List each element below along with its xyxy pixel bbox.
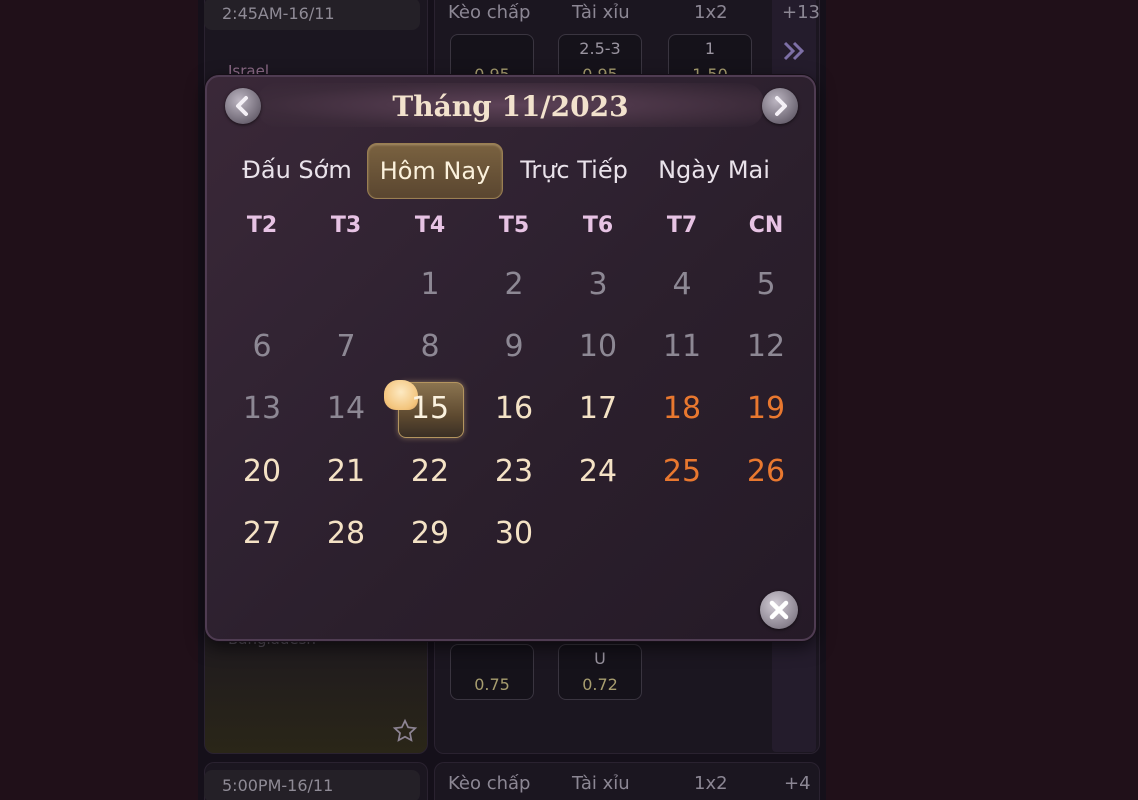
match-time: 5:00PM-16/11: [204, 770, 420, 800]
month-title: Tháng 11/2023: [392, 90, 629, 123]
match-time: 2:45AM-16/11: [204, 0, 420, 30]
next-month-button[interactable]: [762, 88, 798, 124]
calendar-day[interactable]: 5: [724, 260, 808, 310]
star-outline-icon[interactable]: [392, 718, 418, 744]
weekday-label: T2: [246, 213, 278, 238]
calendar-day[interactable]: 11: [640, 322, 724, 372]
calendar-day[interactable]: 17: [556, 384, 640, 434]
tab-live[interactable]: Trực Tiếp: [509, 143, 639, 197]
weekday-label: T5: [498, 213, 530, 238]
calendar-day[interactable]: 22: [388, 447, 472, 497]
calendar-day[interactable]: 14: [304, 384, 388, 434]
more-markets-count[interactable]: +4: [784, 773, 811, 794]
calendar-day[interactable]: 27: [220, 509, 304, 559]
weekday-label: T7: [666, 213, 698, 238]
tab-tomorrow[interactable]: Ngày Mai: [653, 143, 775, 197]
chevron-left-icon: [236, 96, 248, 116]
calendar-day[interactable]: 3: [556, 260, 640, 310]
chevron-right-icon: [775, 96, 787, 116]
calendar-day[interactable]: 4: [640, 260, 724, 310]
col-overunder-header: Tài xỉu: [572, 773, 630, 794]
calendar-day[interactable]: 18: [640, 384, 724, 434]
calendar-day[interactable]: 19: [724, 384, 808, 434]
double-chevron-right-icon[interactable]: [782, 40, 808, 62]
close-icon: [769, 600, 789, 620]
odd-cell[interactable]: 0.75: [450, 644, 534, 700]
calendar-modal: Tháng 11/2023 Đấu Sớm Hôm Nay Trực Tiếp …: [205, 75, 816, 641]
col-overunder-header: Tài xỉu: [572, 2, 630, 23]
prev-month-button[interactable]: [225, 88, 261, 124]
more-markets-count[interactable]: +13: [782, 2, 820, 23]
calendar-day[interactable]: 28: [304, 509, 388, 559]
weekday-label: T6: [582, 213, 614, 238]
calendar-day[interactable]: 26: [724, 447, 808, 497]
col-handicap-header: Kèo chấp: [448, 773, 531, 794]
odd-cell[interactable]: U 0.72: [558, 644, 642, 700]
calendar-day[interactable]: 10: [556, 322, 640, 372]
calendar-header: Tháng 11/2023: [257, 83, 764, 127]
calendar-day[interactable]: 20: [220, 447, 304, 497]
calendar-day[interactable]: 9: [472, 322, 556, 372]
col-1x2-header: 1x2: [694, 2, 728, 23]
calendar-day[interactable]: 13: [220, 384, 304, 434]
calendar-day[interactable]: 16: [472, 384, 556, 434]
tab-early[interactable]: Đấu Sớm: [237, 143, 357, 197]
col-handicap-header: Kèo chấp: [448, 2, 531, 23]
calendar-day[interactable]: 1: [388, 260, 472, 310]
calendar-day[interactable]: 25: [640, 447, 724, 497]
weekday-label: CN: [748, 213, 784, 238]
calendar-day[interactable]: 6: [220, 322, 304, 372]
day-filter-tabs: Đấu Sớm Hôm Nay Trực Tiếp Ngày Mai: [229, 143, 789, 199]
calendar-day[interactable]: 12: [724, 322, 808, 372]
calendar-day[interactable]: 30: [472, 509, 556, 559]
calendar-day[interactable]: 23: [472, 447, 556, 497]
col-1x2-header: 1x2: [694, 773, 728, 794]
calendar-day[interactable]: 24: [556, 447, 640, 497]
calendar-day[interactable]: 15: [388, 384, 472, 434]
calendar-day[interactable]: 21: [304, 447, 388, 497]
calendar-day[interactable]: 8: [388, 322, 472, 372]
calendar-day[interactable]: 7: [304, 322, 388, 372]
tab-today[interactable]: Hôm Nay: [367, 143, 503, 199]
calendar-day[interactable]: 29: [388, 509, 472, 559]
weekday-label: T4: [414, 213, 446, 238]
close-button[interactable]: [760, 591, 798, 629]
calendar-day[interactable]: 2: [472, 260, 556, 310]
weekday-label: T3: [330, 213, 362, 238]
